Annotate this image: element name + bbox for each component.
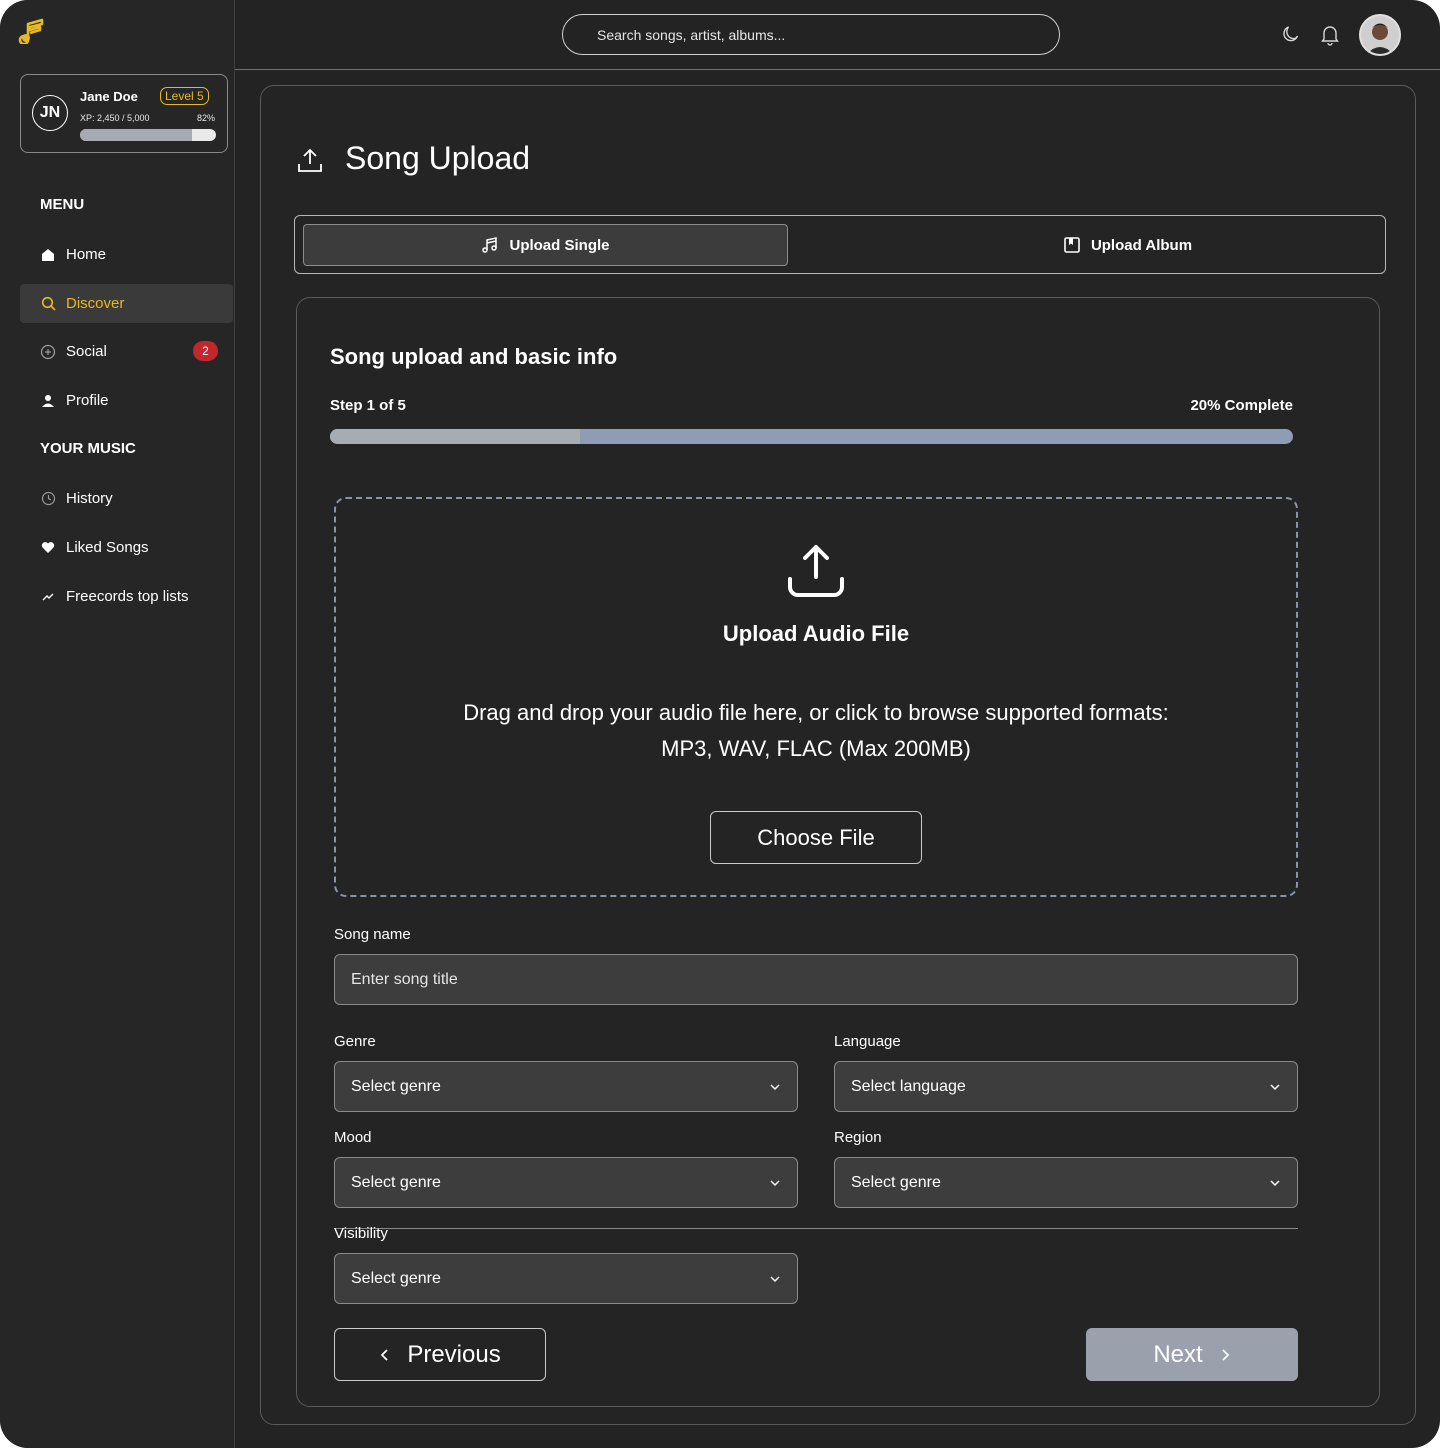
visibility-select-value: Select genre bbox=[351, 1269, 441, 1287]
logo-icon[interactable] bbox=[18, 16, 46, 44]
sidebar-item-history[interactable]: History bbox=[20, 479, 233, 518]
completion-text: 20% Complete bbox=[1190, 397, 1293, 414]
level-badge: Level 5 bbox=[160, 87, 209, 105]
sidebar-item-label: Freecords top lists bbox=[66, 588, 189, 605]
region-select-value: Select genre bbox=[851, 1173, 941, 1191]
sidebar-item-discover[interactable]: Discover bbox=[20, 284, 233, 323]
sidebar-item-profile[interactable]: Profile bbox=[20, 381, 233, 420]
upload-arrow-icon bbox=[788, 545, 844, 597]
sidebar: JN Jane Doe Level 5 XP: 2,450 / 5,000 82… bbox=[0, 0, 235, 1448]
sidebar-item-home[interactable]: Home bbox=[20, 235, 233, 274]
mood-select-value: Select genre bbox=[351, 1173, 441, 1191]
notification-badge: 2 bbox=[193, 341, 218, 361]
trending-icon bbox=[40, 589, 56, 605]
chevron-down-icon bbox=[1270, 1180, 1280, 1187]
genre-select-value: Select genre bbox=[351, 1077, 441, 1095]
chevron-down-icon bbox=[770, 1276, 780, 1283]
mood-label: Mood bbox=[334, 1129, 372, 1146]
visibility-label: Visibility bbox=[334, 1225, 388, 1242]
upload-icon bbox=[298, 148, 322, 172]
heart-icon bbox=[40, 540, 56, 556]
region-select[interactable]: Select genre bbox=[834, 1157, 1298, 1208]
chevron-down-icon bbox=[770, 1084, 780, 1091]
your-music-section-title: YOUR MUSIC bbox=[40, 440, 136, 457]
tab-upload-single[interactable]: Upload Single bbox=[303, 224, 788, 266]
history-icon bbox=[40, 491, 56, 507]
dropzone-description: Drag and drop your audio file here, or c… bbox=[463, 700, 1169, 761]
search-icon bbox=[40, 296, 56, 312]
step-indicator: Step 1 of 5 bbox=[330, 397, 406, 414]
chevron-right-icon bbox=[1222, 1348, 1229, 1361]
sidebar-item-liked-songs[interactable]: Liked Songs bbox=[20, 528, 233, 567]
home-icon bbox=[40, 247, 56, 263]
tab-upload-album[interactable]: Upload Album bbox=[885, 224, 1370, 266]
xp-text: XP: 2,450 / 5,000 bbox=[80, 113, 150, 123]
previous-button[interactable]: Previous bbox=[334, 1328, 546, 1381]
genre-label: Genre bbox=[334, 1033, 376, 1050]
user-initials-avatar: JN bbox=[32, 95, 68, 131]
app-window: JN Jane Doe Level 5 XP: 2,450 / 5,000 82… bbox=[0, 0, 1440, 1448]
chevron-left-icon bbox=[381, 1348, 388, 1361]
top-bar bbox=[235, 0, 1440, 70]
language-label: Language bbox=[834, 1033, 901, 1050]
tab-label: Upload Single bbox=[509, 236, 610, 254]
chat-plus-icon bbox=[40, 344, 56, 360]
language-select[interactable]: Select language bbox=[834, 1061, 1298, 1112]
sidebar-item-label: Liked Songs bbox=[66, 539, 149, 556]
sidebar-item-top-lists[interactable]: Freecords top lists bbox=[20, 577, 233, 616]
next-label: Next bbox=[1153, 1340, 1203, 1368]
audio-dropzone[interactable]: Upload Audio File Drag and drop your aud… bbox=[334, 497, 1298, 897]
sidebar-item-social[interactable]: Social 2 bbox=[20, 332, 233, 371]
dropzone-title: Upload Audio File bbox=[722, 621, 910, 646]
xp-percent: 82% bbox=[196, 113, 215, 123]
user-card[interactable]: JN Jane Doe Level 5 XP: 2,450 / 5,000 82… bbox=[20, 74, 228, 153]
region-label: Region bbox=[834, 1129, 882, 1146]
sidebar-item-label: Social bbox=[66, 343, 107, 360]
divider bbox=[334, 1228, 1298, 1229]
music-note-icon bbox=[482, 237, 498, 253]
xp-progress-fill bbox=[80, 129, 192, 141]
user-name: Jane Doe bbox=[80, 89, 138, 104]
moon-icon[interactable] bbox=[1281, 24, 1301, 44]
page-title: Song Upload bbox=[345, 140, 531, 176]
upload-type-tabs: Upload Single Upload Album bbox=[294, 215, 1386, 274]
language-select-value: Select language bbox=[851, 1077, 966, 1095]
sidebar-item-label: Profile bbox=[66, 392, 109, 409]
sidebar-item-label: Discover bbox=[66, 295, 125, 312]
bell-icon[interactable] bbox=[1320, 24, 1340, 46]
form-title: Song upload and basic info bbox=[330, 344, 618, 369]
mood-select[interactable]: Select genre bbox=[334, 1157, 798, 1208]
xp-progress-bar bbox=[80, 129, 216, 141]
menu-section-title: MENU bbox=[40, 196, 85, 213]
album-icon bbox=[1064, 237, 1080, 253]
song-name-input[interactable] bbox=[334, 954, 1298, 1005]
form-progress-fill bbox=[330, 429, 581, 444]
chevron-down-icon bbox=[770, 1180, 780, 1187]
genre-select[interactable]: Select genre bbox=[334, 1061, 798, 1112]
next-button[interactable]: Next bbox=[1086, 1328, 1298, 1381]
song-name-label: Song name bbox=[334, 926, 411, 943]
previous-label: Previous bbox=[407, 1340, 501, 1368]
form-progress-bar bbox=[330, 429, 1293, 444]
search-input[interactable] bbox=[562, 14, 1060, 55]
visibility-select[interactable]: Select genre bbox=[334, 1253, 798, 1304]
sidebar-item-label: History bbox=[66, 490, 113, 507]
user-icon bbox=[40, 393, 56, 409]
tab-label: Upload Album bbox=[1090, 236, 1193, 254]
chevron-down-icon bbox=[1270, 1084, 1280, 1091]
sidebar-item-label: Home bbox=[66, 246, 107, 263]
avatar[interactable] bbox=[1359, 14, 1401, 56]
choose-file-button[interactable]: Choose File bbox=[710, 811, 922, 864]
